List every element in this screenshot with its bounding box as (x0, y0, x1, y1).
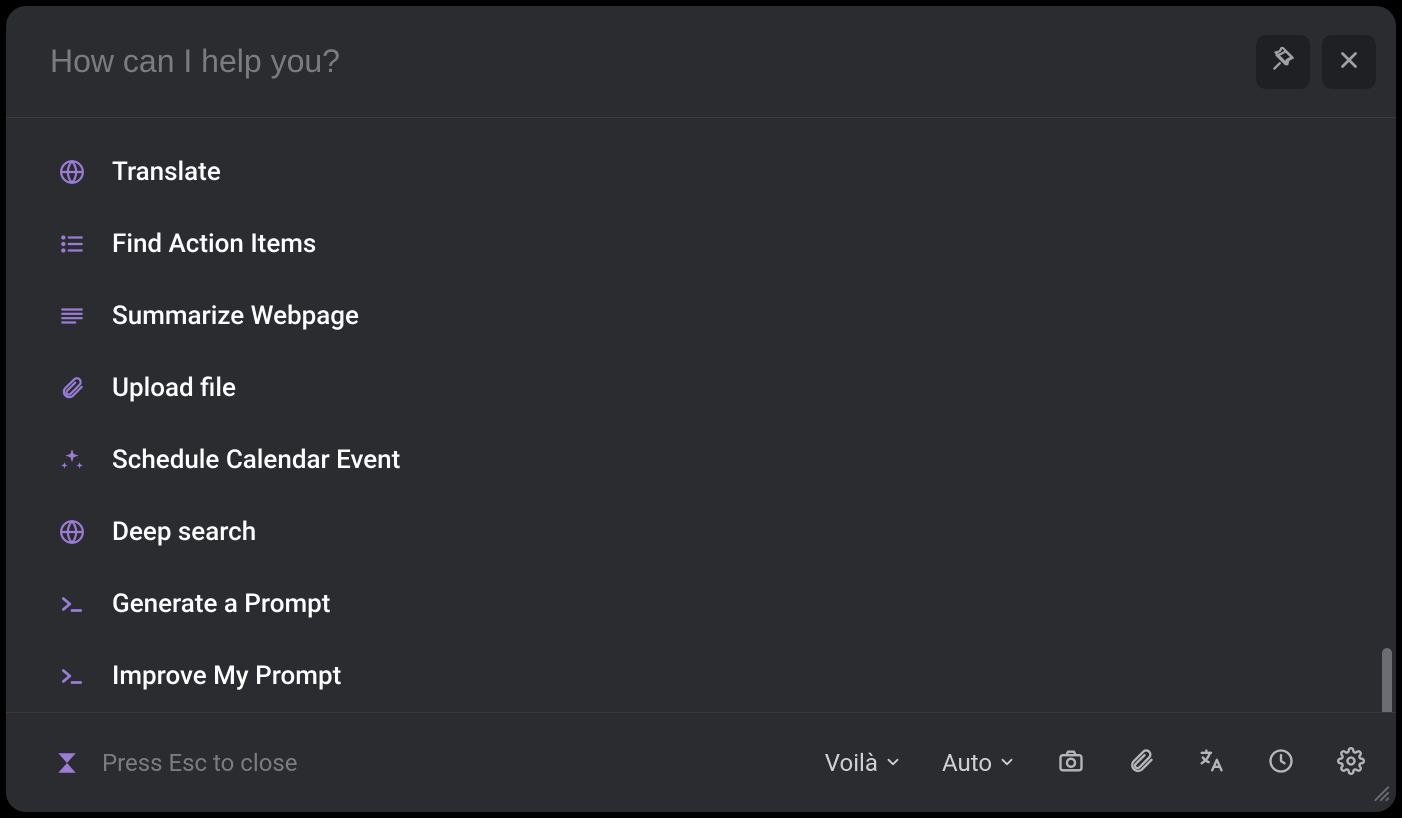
clock-icon (1267, 747, 1295, 779)
attach-button[interactable] (1126, 748, 1156, 778)
terminal-icon (58, 662, 86, 690)
gear-icon (1337, 747, 1365, 779)
close-icon (1336, 47, 1362, 77)
lines-icon (58, 302, 86, 330)
action-label: Generate a Prompt (112, 589, 330, 619)
globe-icon (58, 518, 86, 546)
prompt-input[interactable] (50, 43, 1256, 80)
pin-button[interactable] (1256, 35, 1310, 89)
resize-grip[interactable] (1368, 780, 1390, 806)
action-schedule-calendar-event[interactable]: Schedule Calendar Event (58, 424, 1372, 496)
brand-select[interactable]: Voilà (825, 749, 902, 777)
terminal-icon (58, 590, 86, 618)
header-buttons (1256, 35, 1376, 89)
paperclip-icon (58, 374, 86, 402)
language-button[interactable] (1196, 748, 1226, 778)
action-improve-prompt[interactable]: Improve My Prompt (58, 640, 1372, 712)
footer-right: Voilà Auto (825, 748, 1366, 778)
chevron-down-icon (998, 749, 1016, 777)
hourglass-icon (54, 750, 80, 776)
pin-icon (1270, 47, 1296, 77)
mode-select-label: Auto (942, 749, 992, 777)
footer-left: Press Esc to close (54, 749, 298, 777)
history-button[interactable] (1266, 748, 1296, 778)
action-label: Translate (112, 157, 221, 187)
action-summarize-webpage[interactable]: Summarize Webpage (58, 280, 1372, 352)
footer: Press Esc to close Voilà Auto (6, 712, 1396, 812)
action-label: Find Action Items (112, 229, 316, 259)
action-deep-search[interactable]: Deep search (58, 496, 1372, 568)
paperclip-icon (1127, 747, 1155, 779)
header (6, 6, 1396, 118)
footer-hint: Press Esc to close (102, 749, 298, 777)
action-label: Deep search (112, 517, 256, 547)
action-label: Upload file (112, 373, 236, 403)
language-icon (1197, 747, 1225, 779)
close-button[interactable] (1322, 35, 1376, 89)
sparkles-icon (58, 446, 86, 474)
action-translate[interactable]: Translate (58, 136, 1372, 208)
brand-select-label: Voilà (825, 749, 878, 777)
chevron-down-icon (884, 749, 902, 777)
action-find-action-items[interactable]: Find Action Items (58, 208, 1372, 280)
action-label: Schedule Calendar Event (112, 445, 400, 475)
list-icon (58, 230, 86, 258)
camera-icon (1057, 747, 1085, 779)
mode-select[interactable]: Auto (942, 749, 1016, 777)
action-label: Improve My Prompt (112, 661, 341, 691)
action-label: Summarize Webpage (112, 301, 359, 331)
command-palette: Translate Find Action Items Summarize We… (6, 6, 1396, 812)
action-generate-prompt[interactable]: Generate a Prompt (58, 568, 1372, 640)
settings-button[interactable] (1336, 748, 1366, 778)
action-upload-file[interactable]: Upload file (58, 352, 1372, 424)
camera-button[interactable] (1056, 748, 1086, 778)
globe-icon (58, 158, 86, 186)
scrollbar-thumb[interactable] (1382, 648, 1392, 712)
actions-list: Translate Find Action Items Summarize We… (6, 118, 1396, 712)
